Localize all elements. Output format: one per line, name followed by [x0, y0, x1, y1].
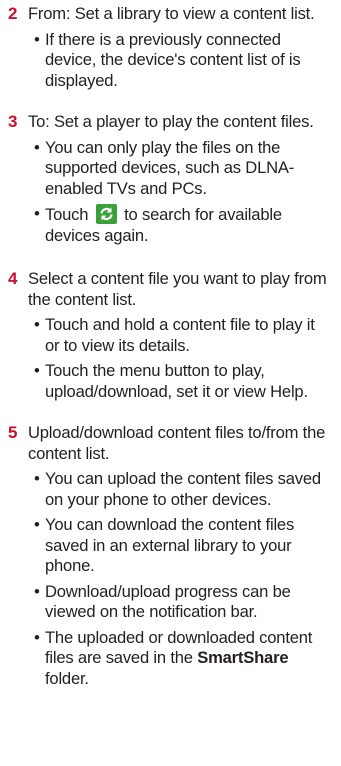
step-number: 2 [8, 4, 18, 23]
bullet-symbol: • [34, 29, 40, 49]
bullet-item: • Touch to search for available devices … [34, 204, 333, 246]
bullet-list: • If there is a previously connected dev… [0, 30, 341, 92]
step-text: To: Set a player to play the content fil… [28, 112, 314, 131]
bullet-text: Touch the menu button to play, upload/do… [45, 361, 308, 401]
refresh-icon [95, 204, 117, 224]
bullet-item: • Download/upload progress can be viewed… [34, 581, 333, 623]
bullet-list: • Touch and hold a content file to play … [0, 315, 341, 402]
bullet-symbol: • [34, 469, 40, 488]
step-number: 4 [8, 269, 18, 288]
bullet-item: • You can download the content files sav… [34, 515, 333, 577]
step-text: From: Set a library to view a content li… [28, 4, 315, 23]
bullet-text-before: Touch [45, 205, 89, 224]
bullet-text: You can upload the content files saved o… [45, 469, 321, 509]
bullet-text: If there is a previously connected devic… [45, 29, 301, 90]
bullet-text: You can only play the files on the suppo… [45, 137, 295, 198]
bullet-item: • If there is a previously connected dev… [34, 29, 333, 92]
bullet-symbol: • [34, 361, 40, 380]
bullet-item: • You can upload the content files saved… [34, 469, 333, 510]
manual-page: 2 From: Set a library to view a content … [0, 0, 341, 766]
bullet-symbol: • [34, 581, 40, 601]
bullet-text-after: folder. [45, 668, 89, 688]
bullet-item: • The uploaded or downloaded content fil… [34, 628, 333, 690]
bullet-list: • You can upload the content files saved… [0, 469, 341, 689]
step-5: 5 Upload/download content files to/from … [0, 423, 341, 689]
bullet-text: You can download the content files saved… [45, 515, 295, 575]
bullet-symbol: • [34, 204, 40, 223]
bullet-text: Touch and hold a content file to play it… [45, 315, 315, 355]
bullet-item: • You can only play the files on the sup… [34, 137, 333, 200]
step-2: 2 From: Set a library to view a content … [0, 4, 341, 91]
bullet-item: • Touch the menu button to play, upload/… [34, 361, 333, 402]
bullet-symbol: • [34, 515, 40, 534]
bullet-text: Download/upload progress can be viewed o… [45, 581, 291, 622]
bullet-symbol: • [34, 627, 40, 647]
bullet-item: • Touch and hold a content file to play … [34, 315, 333, 356]
step-text: Select a content file you want to play f… [28, 269, 327, 309]
step-text: Upload/download content files to/from th… [28, 423, 326, 463]
bullet-symbol: • [34, 137, 40, 157]
step-number: 5 [8, 423, 18, 442]
folder-name: SmartShare [197, 648, 289, 667]
step-4: 4 Select a content file you want to play… [0, 269, 341, 402]
step-3: 3 To: Set a player to play the content f… [0, 112, 341, 246]
bullet-list: • You can only play the files on the sup… [0, 138, 341, 247]
step-number: 3 [8, 112, 18, 131]
bullet-symbol: • [34, 315, 40, 334]
